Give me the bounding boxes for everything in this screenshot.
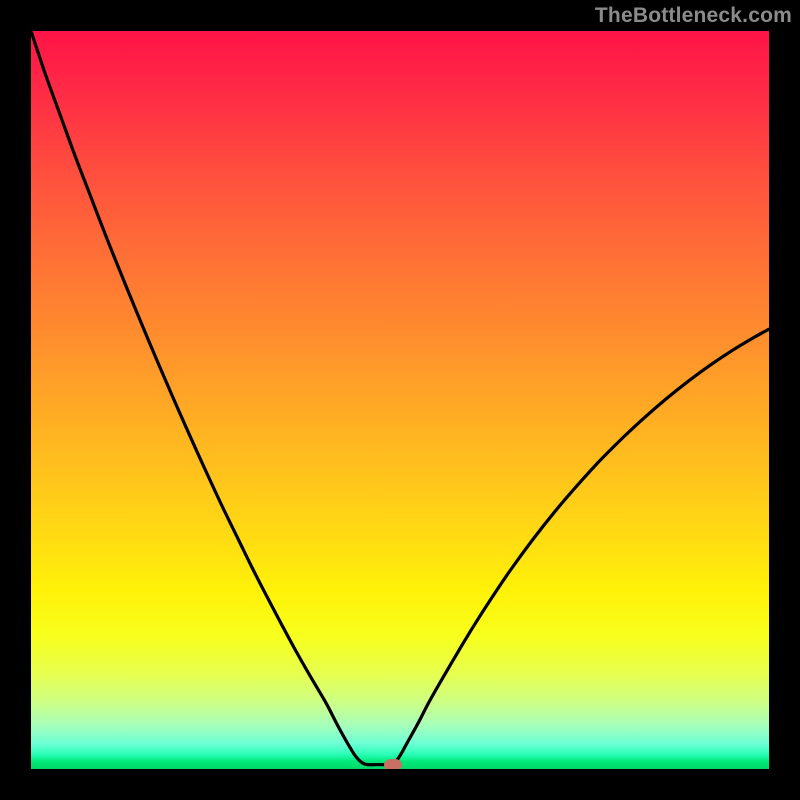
watermark-text: TheBottleneck.com [595, 4, 792, 28]
plot-area [31, 31, 769, 769]
bottleneck-curve [31, 31, 769, 769]
optimal-marker [384, 759, 402, 769]
chart-frame: TheBottleneck.com [0, 0, 800, 800]
